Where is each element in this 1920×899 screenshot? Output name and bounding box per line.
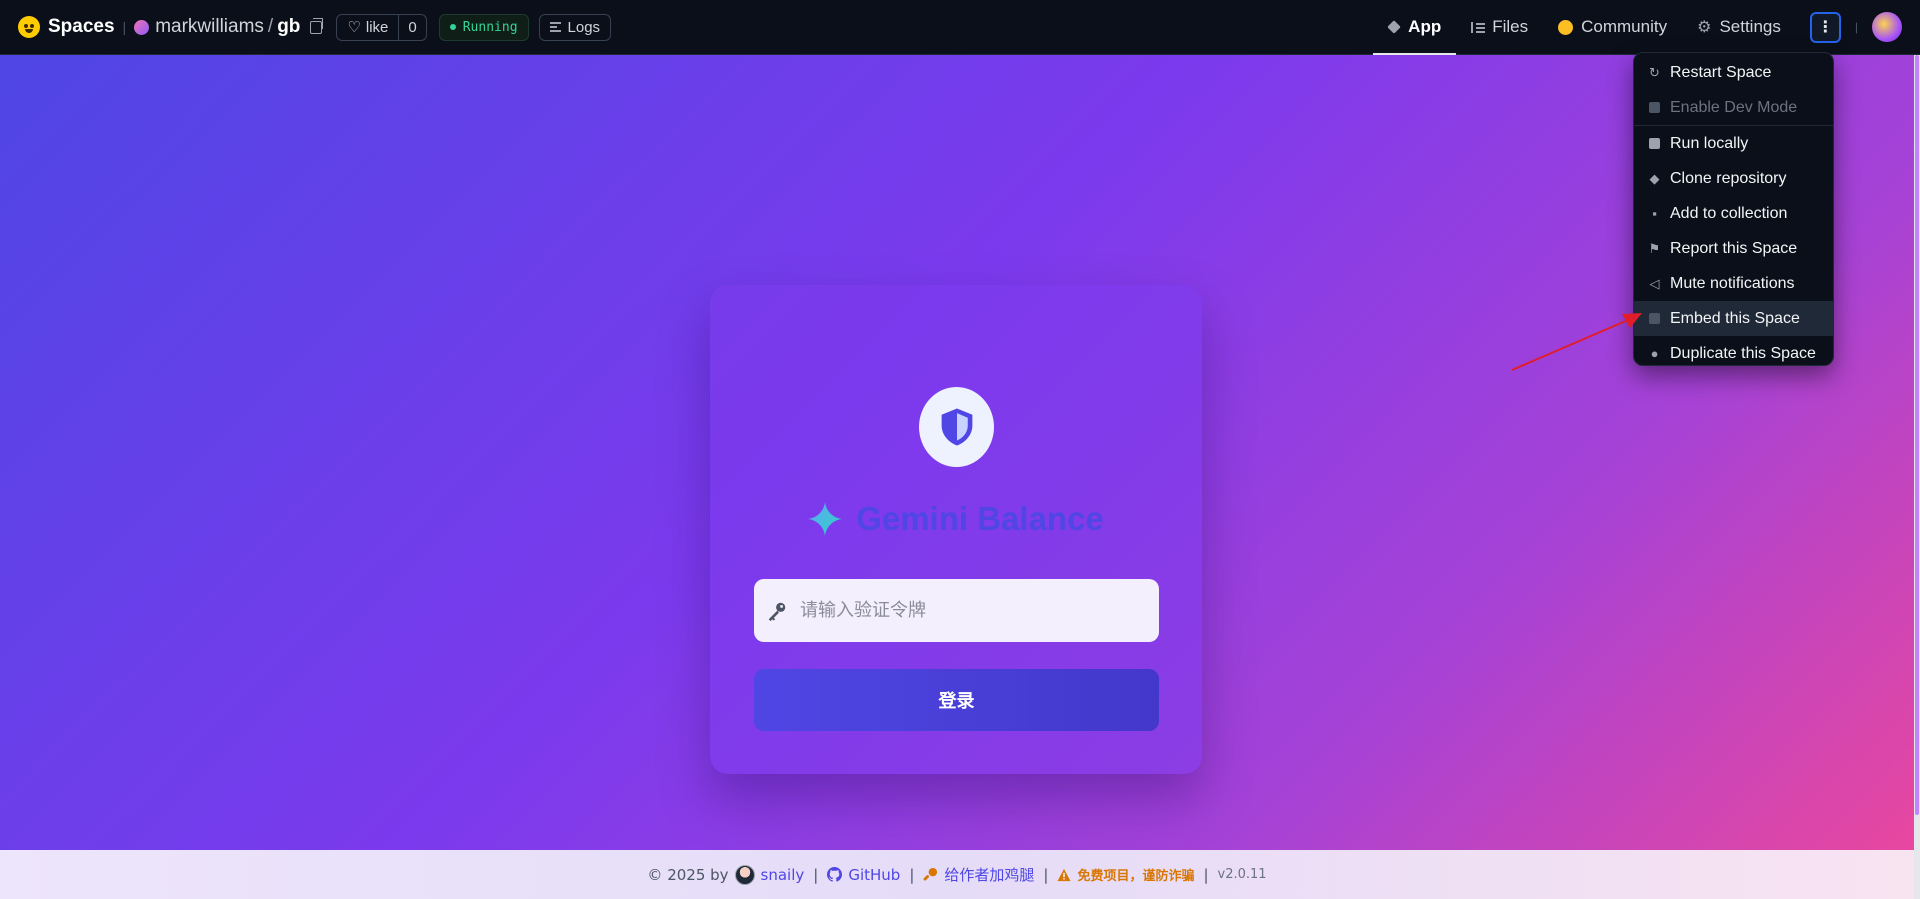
status-badge[interactable]: Running <box>438 13 529 41</box>
login-card: Gemini Balance 登录 <box>710 285 1202 774</box>
menu-item-label: Mute notifications <box>1670 274 1795 292</box>
footer-divider: | <box>813 865 819 884</box>
tab-community-label: Community <box>1581 17 1668 36</box>
huggingface-logo-icon <box>18 16 40 38</box>
menu-item-enable-dev-mode[interactable]: Enable Dev Mode <box>1634 90 1833 125</box>
space-options-menu: ↻ Restart Space Enable Dev Mode Run loca… <box>1633 52 1834 366</box>
breadcrumb-slash: / <box>267 16 274 37</box>
app-title-text: Gemini Balance <box>856 500 1104 537</box>
menu-item-run-locally[interactable]: Run locally <box>1634 126 1833 161</box>
version-label: v2.0.11 <box>1217 867 1267 882</box>
github-icon <box>827 867 843 882</box>
menu-item-mute-notifications[interactable]: ◁ Mute notifications <box>1634 266 1833 301</box>
menu-item-clone-repository[interactable]: ◆ Clone repository <box>1634 161 1833 196</box>
community-icon <box>1558 19 1574 35</box>
annotation-arrow-icon <box>1511 313 1642 371</box>
like-button[interactable]: ♡ like <box>337 14 400 40</box>
like-count[interactable]: 0 <box>399 19 425 36</box>
owner-link[interactable]: markwilliams <box>155 16 264 38</box>
cube-icon <box>1387 20 1401 34</box>
app-iframe-area: Gemini Balance 登录 <box>0 55 1914 850</box>
tab-community[interactable]: Community <box>1543 0 1682 54</box>
github-link[interactable]: GitHub <box>848 866 900 884</box>
footer-divider: | <box>909 865 915 884</box>
menu-item-label: Enable Dev Mode <box>1670 98 1798 116</box>
kebab-icon: ⋮ <box>1817 19 1834 36</box>
duplicate-icon: ● <box>1650 346 1659 361</box>
user-avatar[interactable] <box>1872 12 1902 42</box>
author-link[interactable]: snaily <box>761 866 805 884</box>
logs-label: Logs <box>567 18 601 36</box>
embed-icon <box>1648 312 1661 325</box>
more-options-button[interactable]: ⋮ <box>1809 11 1841 43</box>
nav-separator: | <box>1854 20 1858 34</box>
menu-item-label: Add to collection <box>1670 204 1788 222</box>
donate-link[interactable]: 给作者加鸡腿 <box>944 864 1034 885</box>
like-group: ♡ like 0 <box>336 13 427 41</box>
gemini-sparkle-icon <box>808 502 843 536</box>
repo-breadcrumb: markwilliams / gb <box>134 16 324 38</box>
nav-tabs: App Files Community ⚙ Settings ⋮ | <box>1373 0 1902 55</box>
shield-icon <box>941 408 972 446</box>
restart-icon: ↻ <box>1649 64 1660 80</box>
menu-item-label: Report this Space <box>1670 239 1798 257</box>
scam-warning: 免费项目，谨防诈骗 <box>1077 869 1195 884</box>
menu-item-label: Clone repository <box>1670 169 1787 187</box>
menu-item-label: Restart Space <box>1670 63 1772 81</box>
menu-item-restart-space[interactable]: ↻ Restart Space <box>1634 55 1833 90</box>
tab-app[interactable]: App <box>1373 0 1457 55</box>
terminal-icon <box>1648 101 1661 114</box>
tab-files[interactable]: Files <box>1456 0 1543 54</box>
spaces-brand-link[interactable]: Spaces <box>18 16 115 38</box>
login-button[interactable]: 登录 <box>754 669 1159 731</box>
drumstick-icon <box>923 867 938 881</box>
app-title: Gemini Balance <box>710 500 1202 538</box>
copyright-text: © 2025 by <box>647 865 729 884</box>
copy-icon[interactable] <box>310 17 324 34</box>
brand-label: Spaces <box>48 16 115 37</box>
mute-icon: ◁ <box>1649 275 1660 291</box>
warning-icon <box>1057 868 1072 881</box>
status-dot-icon <box>449 24 456 30</box>
collection-icon: ▪ <box>1652 206 1657 221</box>
top-navbar: Spaces | markwilliams / gb ♡ like 0 Runn… <box>0 0 1920 55</box>
menu-item-duplicate-space[interactable]: ● Duplicate this Space <box>1634 336 1833 371</box>
menu-item-label: Duplicate this Space <box>1670 344 1816 362</box>
status-label: Running <box>462 19 518 35</box>
tab-app-label: App <box>1408 17 1442 36</box>
author-avatar <box>734 864 755 885</box>
tab-settings[interactable]: ⚙ Settings <box>1682 0 1796 54</box>
app-footer: © 2025 by snaily | GitHub | 给作者加鸡腿 | 免费项… <box>0 850 1914 899</box>
owner-avatar <box>134 19 150 35</box>
laptop-icon <box>1648 137 1661 150</box>
menu-item-embed-space[interactable]: Embed this Space <box>1634 301 1833 336</box>
key-icon <box>768 602 786 621</box>
footer-divider: | <box>1043 865 1049 884</box>
git-icon: ◆ <box>1649 170 1660 186</box>
menu-item-report-space[interactable]: ⚑ Report this Space <box>1634 231 1833 266</box>
flag-icon: ⚑ <box>1648 240 1661 256</box>
shield-badge <box>919 387 994 467</box>
footer-divider: | <box>1203 865 1209 884</box>
token-field[interactable] <box>754 579 1159 642</box>
logs-icon <box>549 22 561 32</box>
menu-item-label: Embed this Space <box>1670 309 1800 327</box>
menu-item-label: Run locally <box>1670 134 1749 152</box>
repo-name-link[interactable]: gb <box>277 16 300 38</box>
token-input[interactable] <box>800 600 1140 621</box>
page-scrollbar[interactable] <box>1914 55 1920 899</box>
brand-separator: | <box>122 19 127 35</box>
files-icon <box>1471 21 1486 33</box>
menu-item-add-to-collection[interactable]: ▪ Add to collection <box>1634 196 1833 231</box>
gear-icon: ⚙ <box>1697 19 1712 36</box>
heart-icon: ♡ <box>347 19 361 36</box>
tab-settings-label: Settings <box>1719 17 1781 36</box>
tab-files-label: Files <box>1492 17 1529 36</box>
logs-button[interactable]: Logs <box>538 13 612 41</box>
like-label: like <box>365 18 389 36</box>
